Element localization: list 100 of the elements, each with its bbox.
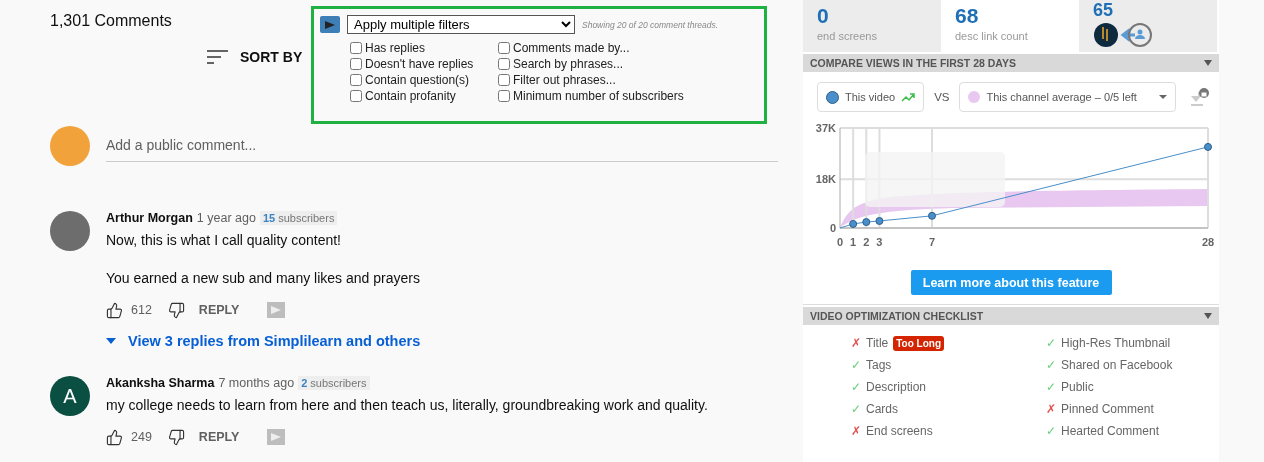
data-point: [1204, 142, 1212, 151]
checklist-item: End screens: [866, 424, 933, 438]
checkbox[interactable]: [350, 90, 362, 102]
x-tick-label: 7: [928, 236, 936, 248]
check-mark: ✓: [1046, 358, 1056, 372]
stat-value: 65: [1093, 1, 1115, 19]
checkbox[interactable]: [498, 42, 510, 54]
checklist-item: Shared on Facebook: [1061, 358, 1173, 372]
comment-author[interactable]: Arthur Morgan: [106, 211, 193, 225]
filter-dropdown[interactable]: Apply multiple filters: [347, 15, 575, 34]
legend-dot: [968, 91, 981, 103]
dropdown-label: This channel average – 0/5 left: [986, 91, 1138, 103]
collapse-icon[interactable]: [1204, 313, 1212, 319]
x-tick-label: 2: [863, 236, 870, 248]
check-mark: ✓: [851, 358, 861, 372]
x-tick-label: 28: [1201, 236, 1215, 248]
checkbox[interactable]: [498, 90, 510, 102]
warning-tag: Too Long: [893, 335, 945, 351]
y-tick-label: 0: [829, 222, 836, 234]
filter-option[interactable]: Doesn't have replies: [350, 57, 498, 71]
avatar: [50, 126, 90, 166]
stat-value: 68: [955, 5, 980, 27]
reply-button[interactable]: REPLY: [198, 303, 240, 317]
comment-text: my college needs to learn from here and then teach us, literally, groundbreaking work and quality.: [106, 396, 708, 414]
stat-label: end screens: [817, 30, 878, 42]
comment-author[interactable]: Akanksha Sharma: [106, 376, 215, 390]
dislike-icon[interactable]: [167, 301, 185, 319]
subscriber-label: subscribers: [310, 377, 367, 389]
checklist-item: Tags: [866, 358, 892, 372]
like-icon[interactable]: [106, 301, 123, 319]
cross-mark: ✗: [851, 336, 861, 350]
sort-icon: [207, 49, 228, 65]
checklist-item: Hearted Comment: [1061, 424, 1160, 438]
status-text: Showing 20 of 20 comment threads.: [582, 19, 719, 30]
check-mark: ✓: [851, 380, 861, 394]
like-icon[interactable]: [106, 428, 123, 446]
cross-mark: ✗: [1046, 402, 1056, 416]
extension-icon: [320, 16, 340, 33]
legend-dot: [826, 90, 839, 104]
trend-up-icon: [901, 92, 916, 102]
caret-icon: [1159, 95, 1168, 99]
reply-button[interactable]: REPLY: [198, 430, 240, 444]
checklist-item: Cards: [866, 402, 898, 416]
vs-label: VS: [934, 91, 950, 103]
filter-option[interactable]: Filter out phrases...: [498, 73, 760, 87]
data-point: [928, 211, 936, 220]
average-dropdown[interactable]: This channel average – 0/5 left: [959, 82, 1177, 112]
caret-icon: [106, 338, 116, 344]
filter-option[interactable]: Has replies: [350, 41, 498, 55]
comment-text: You earned a new sub and many likes and prayers: [106, 269, 421, 287]
filter-option[interactable]: Comments made by...: [498, 41, 760, 55]
channel-compare-icon: [1093, 21, 1155, 49]
filter-option[interactable]: Search by phrases...: [498, 57, 760, 71]
checkbox[interactable]: [498, 58, 510, 70]
filter-option[interactable]: Contain profanity: [350, 89, 498, 103]
check-mark: ✓: [1046, 424, 1056, 438]
sort-by-button[interactable]: SORT BY: [240, 49, 303, 65]
x-tick-label: 0: [836, 236, 844, 248]
section-title: COMPARE VIEWS IN THE FIRST 28 DAYS: [810, 57, 1016, 69]
locked-download-icon[interactable]: [1188, 86, 1211, 108]
subscriber-count: 15: [262, 212, 276, 224]
comment-time: 1 year ago: [196, 211, 256, 225]
this-video-toggle[interactable]: This video: [817, 82, 925, 112]
checklist-item: Pinned Comment: [1061, 402, 1154, 416]
checklist-item: Description: [866, 380, 927, 394]
like-count: 612: [131, 303, 152, 317]
filter-option[interactable]: Contain question(s): [350, 73, 498, 87]
checkbox[interactable]: [350, 74, 362, 86]
comment-time: 7 months ago: [218, 376, 295, 390]
data-point: [862, 218, 871, 227]
checklist-item: High-Res Thumbnail: [1061, 336, 1171, 350]
comment-input[interactable]: Add a public comment...: [106, 130, 778, 162]
data-point: [849, 219, 858, 228]
like-count: 249: [131, 430, 152, 444]
view-replies-link[interactable]: View 3 replies from Simplilearn and others: [106, 333, 421, 349]
collapse-icon[interactable]: [1204, 60, 1212, 66]
checkbox[interactable]: [350, 42, 362, 54]
stat-value: 0: [817, 5, 830, 27]
avatar: A: [50, 376, 90, 416]
comment-text: Now, this is what I call quality content!: [106, 231, 342, 249]
checklist-item: Title: [866, 336, 889, 350]
checkbox[interactable]: [498, 74, 510, 86]
y-tick-label: 18K: [815, 173, 836, 186]
checklist-item: Public: [1061, 380, 1094, 394]
legend-label: This video: [845, 91, 896, 103]
checkbox[interactable]: [350, 58, 362, 70]
stat-label: desc link count: [955, 30, 1029, 42]
y-tick-label: 37K: [815, 122, 836, 134]
cross-mark: ✗: [851, 424, 861, 438]
photo-placeholder: [50, 211, 90, 251]
comment-count: 1,301 Comments: [50, 12, 173, 30]
check-mark: ✓: [851, 402, 861, 416]
data-point: [875, 216, 884, 225]
subscriber-label: subscribers: [278, 212, 335, 224]
x-tick-label: 1: [850, 236, 857, 248]
dislike-icon[interactable]: [167, 428, 185, 446]
check-mark: ✓: [1046, 380, 1056, 394]
filter-option[interactable]: Minimum number of subscribers: [498, 89, 760, 103]
x-tick-label: 3: [876, 236, 883, 248]
check-mark: ✓: [1046, 336, 1056, 350]
